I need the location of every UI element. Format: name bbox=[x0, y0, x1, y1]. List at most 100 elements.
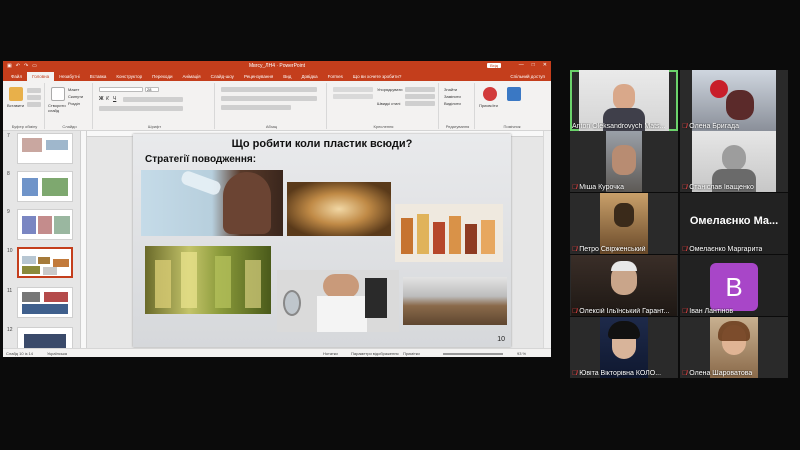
participant-tile[interactable]: 🎙̸ Петро Свірженський bbox=[570, 193, 678, 254]
slide-canvas[interactable]: Що робити коли пластик всюди? Стратегії … bbox=[133, 134, 511, 347]
participant-name: Олексій Ільїнський Гарант... bbox=[579, 308, 670, 315]
slide-thumbnail[interactable] bbox=[17, 133, 73, 164]
vertical-scrollbar[interactable] bbox=[543, 131, 551, 348]
slide-thumbnail-active[interactable] bbox=[17, 247, 73, 278]
slide-thumbnail[interactable] bbox=[17, 287, 73, 318]
replace-button[interactable]: Замінити bbox=[444, 94, 461, 99]
group-label: Абзац bbox=[265, 124, 278, 129]
section-button[interactable]: Розділ bbox=[68, 101, 80, 106]
list-buttons-row[interactable] bbox=[221, 87, 317, 92]
photo-vacuum-floor bbox=[403, 277, 507, 325]
tab-formes[interactable]: Formes bbox=[323, 72, 348, 81]
slide-thumbnails-pane[interactable]: 7 8 9 10 11 12 bbox=[3, 131, 81, 357]
participant-name: Ювіта Вікторівна КОЛО... bbox=[579, 370, 662, 377]
tab-insert[interactable]: Вставка bbox=[85, 72, 112, 81]
font-size-value: 28 bbox=[147, 87, 152, 92]
font-color-row[interactable] bbox=[99, 106, 183, 111]
close-button[interactable]: ✕ bbox=[543, 62, 547, 68]
find-button[interactable]: Знайти bbox=[444, 87, 457, 92]
shape-fill-button[interactable] bbox=[405, 87, 435, 92]
participant-name: Станіслав Іващенко bbox=[689, 184, 754, 191]
reset-button[interactable]: Скинути bbox=[68, 94, 83, 99]
copy-button[interactable] bbox=[27, 95, 41, 100]
text-direction-row[interactable] bbox=[221, 105, 291, 110]
tell-me-search[interactable]: Що ви хочете зробити? bbox=[348, 72, 406, 81]
share-button[interactable]: Спільний доступ bbox=[510, 72, 545, 81]
slide-number: 10 bbox=[497, 336, 505, 343]
ribbon-tabs: Файл Головна Незабутні Вставка Конструкт… bbox=[3, 71, 551, 81]
shapes-gallery[interactable] bbox=[333, 87, 373, 92]
thumb-number: 10 bbox=[7, 248, 13, 254]
new-slide-label: Створити слайд bbox=[48, 103, 66, 113]
present-online-icon[interactable] bbox=[483, 87, 497, 101]
participant-display-name: Омелаєнко Ма... bbox=[689, 215, 779, 227]
arrange-button[interactable]: Упорядкувати bbox=[377, 87, 403, 92]
zoom-slider[interactable] bbox=[443, 353, 503, 355]
comments-button[interactable]: Примітки bbox=[403, 351, 420, 356]
thumb-number: 9 bbox=[7, 209, 10, 215]
participant-tile[interactable]: 🎙̸ Олена Бригада bbox=[680, 70, 788, 131]
tab-help[interactable]: Довідка bbox=[296, 72, 322, 81]
participant-tile[interactable]: 🎙̸ Станіслав Іващенко bbox=[680, 131, 788, 192]
tab-unforgettable[interactable]: Незабутні bbox=[54, 72, 85, 81]
participant-tile[interactable]: 🎙̸ Ювіта Вікторівна КОЛО... bbox=[570, 317, 678, 378]
tab-transitions[interactable]: Переходи bbox=[147, 72, 177, 81]
mic-muted-icon: 🎙̸ bbox=[682, 123, 688, 130]
slide-thumbnail[interactable] bbox=[17, 209, 73, 240]
photo-man-with-towel bbox=[277, 270, 399, 332]
participant-tile[interactable]: Омелаєнко Ма... 🎙̸ Омелаєнко Маргарита bbox=[680, 193, 788, 254]
format-painter-button[interactable] bbox=[27, 102, 41, 107]
new-slide-icon[interactable] bbox=[51, 87, 65, 101]
group-label: Слайди bbox=[62, 124, 77, 129]
font-effects-row[interactable] bbox=[123, 97, 183, 102]
participant-tile[interactable]: 🎙̸ Олена Шароватова bbox=[680, 317, 788, 378]
quick-styles-button[interactable]: Швидкі стилі bbox=[377, 101, 400, 106]
thumb-number: 11 bbox=[7, 288, 13, 294]
minimize-button[interactable]: — bbox=[519, 62, 524, 68]
participant-name: Олена Бригада bbox=[689, 123, 739, 130]
sign-in-button[interactable]: Вхід bbox=[487, 63, 501, 68]
group-editing: Знайти Замінити Виділити Редагування bbox=[441, 83, 475, 129]
tab-design[interactable]: Конструктор bbox=[111, 72, 147, 81]
slide-thumbnail[interactable] bbox=[17, 171, 73, 202]
participant-tile[interactable]: B 🎙̸ Іван Лантінов bbox=[680, 255, 788, 316]
tab-home[interactable]: Головна bbox=[27, 72, 55, 81]
select-button[interactable]: Виділити bbox=[444, 101, 461, 106]
tab-view[interactable]: Вид bbox=[278, 72, 296, 81]
participant-tile[interactable]: 🎙̸ Міша Курочка bbox=[570, 131, 678, 192]
photo-glass-bottles bbox=[145, 246, 271, 314]
tab-slideshow[interactable]: Слайд-шоу bbox=[206, 72, 239, 81]
notes-button[interactable]: Нотатки bbox=[323, 351, 338, 356]
bold-button[interactable]: Ж bbox=[99, 96, 104, 102]
participant-tile[interactable]: Anton Oleksandrovych Mats... bbox=[570, 70, 678, 131]
slide-title[interactable]: Що робити коли пластик всюди? bbox=[133, 138, 511, 150]
tab-file[interactable]: Файл bbox=[6, 72, 27, 81]
shape-effects-button[interactable] bbox=[405, 101, 435, 106]
display-settings-button[interactable]: Параметри відображення bbox=[351, 351, 399, 356]
participant-name: Іван Лантінов bbox=[689, 308, 734, 315]
designer-icon[interactable] bbox=[507, 87, 521, 101]
slide-counter: Слайд 10 із 14 bbox=[6, 351, 33, 356]
underline-button[interactable]: Ч bbox=[113, 96, 116, 102]
zoom-level[interactable]: 93 % bbox=[517, 351, 526, 356]
participant-tile[interactable]: 🎙̸ Олексій Ільїнський Гарант... bbox=[570, 255, 678, 316]
italic-button[interactable]: К bbox=[106, 96, 109, 102]
paste-icon[interactable] bbox=[9, 87, 23, 101]
vertical-ruler bbox=[81, 131, 87, 348]
language-indicator[interactable]: Українська bbox=[47, 351, 67, 356]
slide-subtitle[interactable]: Стратегії поводження: bbox=[145, 154, 256, 165]
font-family-select[interactable] bbox=[99, 87, 143, 92]
maximize-button[interactable]: □ bbox=[532, 62, 535, 68]
alignment-buttons-row[interactable] bbox=[221, 96, 317, 101]
shape-outline-button[interactable] bbox=[405, 94, 435, 99]
tab-animations[interactable]: Анімація bbox=[177, 72, 205, 81]
tab-review[interactable]: Рецензування bbox=[239, 72, 278, 81]
group-clipboard: Вставити Буфер обміну bbox=[5, 83, 45, 129]
layout-button[interactable]: Макет bbox=[68, 87, 79, 92]
group-label: Помічник bbox=[503, 124, 521, 129]
cut-button[interactable] bbox=[27, 88, 41, 93]
shapes-gallery-row2[interactable] bbox=[333, 94, 373, 99]
participant-name: Anton Oleksandrovych Mats... bbox=[572, 123, 666, 130]
group-label: Креслення bbox=[373, 124, 394, 129]
mic-muted-icon: 🎙̸ bbox=[682, 370, 688, 377]
